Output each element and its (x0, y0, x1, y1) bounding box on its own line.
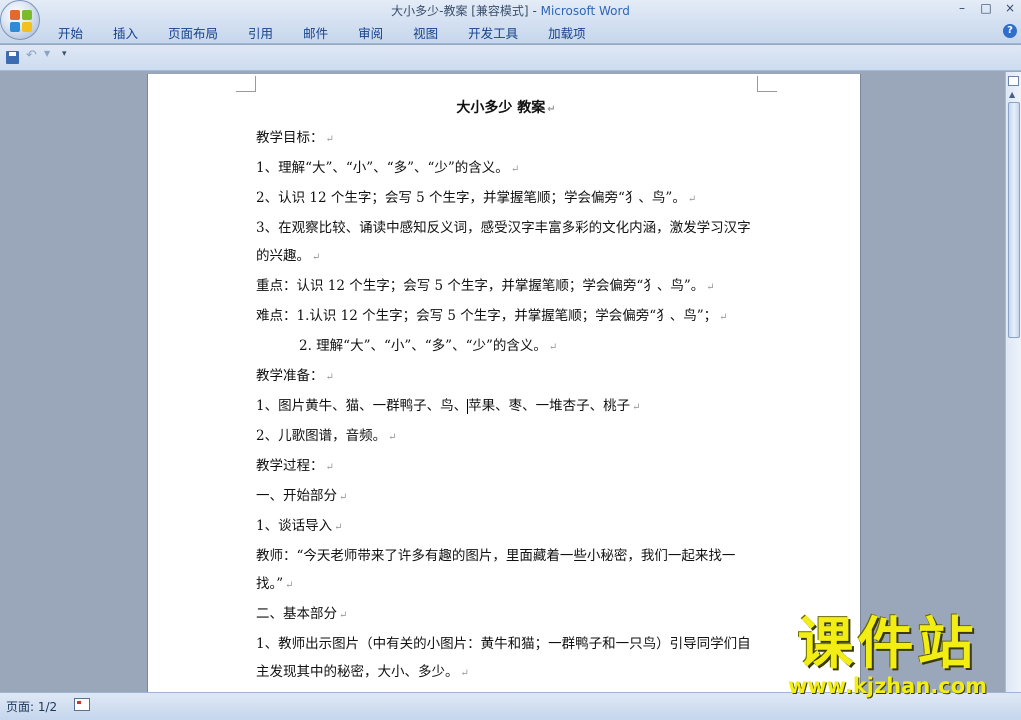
document-line: 二、基本部分 ↵ (256, 600, 756, 630)
document-line: 2. 理解“大”、“小”、“多”、“少”的含义。 ↵ (256, 332, 756, 362)
document-line: 3、在观察比较、诵读中感知反义词，感受汉字丰富多彩的文化内涵，激发学习汉字的兴趣… (256, 214, 756, 272)
line-text: 2、儿歌图谱，音频。 (256, 428, 387, 444)
ruler-toggle-icon[interactable] (1008, 76, 1019, 86)
tab-view[interactable]: 视图 (401, 22, 450, 43)
paragraph-mark-icon: ↵ (339, 492, 348, 503)
tab-developer[interactable]: 开发工具 (456, 22, 530, 43)
document-area[interactable]: 大小多少 教案 ↵ 教学目标： ↵ 1、理解“大”、“小”、“多”、“少”的含义。 ↵ 2、… (0, 72, 1005, 692)
window-title-app: Microsoft Word (540, 4, 630, 18)
line-text: 苹果、枣、一堆杏子、桃子 (468, 398, 631, 414)
paragraph-mark-icon: ↵ (312, 252, 321, 263)
paragraph-mark-icon: ↵ (687, 194, 697, 205)
paragraph-mark-icon: ↵ (325, 372, 334, 383)
window-title: 大小多少-教案 [兼容模式] - Microsoft Word (0, 2, 1021, 19)
line-text: 重点：认识 12 个生字；会写 5 个生字，并掌握笔顺；学会偏旁“犭、鸟”。 (256, 278, 705, 294)
maximize-button[interactable]: □ (979, 1, 993, 15)
document-line: 大小多少 教案 ↵ (256, 94, 756, 124)
line-text: 1、教师出示图片（中有关的小图片：黄牛和猫；一群鸭子和一只鸟）引导同学们自主发现… (256, 636, 751, 680)
document-line: 2、认识 12 个生字；会写 5 个生字，并掌握笔顺；学会偏旁“犭、鸟”。 ↵ (256, 184, 756, 214)
page-number-indicator[interactable]: 页面: 1/2 (6, 698, 57, 715)
paragraph-mark-icon: ↵ (285, 580, 294, 591)
line-text: 难点：1.认识 12 个生字；会写 5 个生字，并掌握笔顺；学会偏旁“犭、鸟”； (256, 308, 718, 324)
tab-add-ins[interactable]: 加载项 (536, 22, 598, 43)
close-button[interactable]: × (1003, 1, 1017, 15)
help-icon[interactable]: ? (1003, 24, 1017, 38)
line-text: 2、认识 12 个生字；会写 5 个生字，并掌握笔顺；学会偏旁“犭、鸟”。 (256, 190, 686, 206)
save-icon[interactable] (6, 51, 19, 64)
document-line: 2、儿歌图谱，音频。 ↵ (256, 422, 756, 452)
quick-access-toolbar: ↶ ▼ ▾ (0, 45, 1021, 71)
document-line: 1、谈话导入 ↵ (256, 512, 756, 542)
document-line: 1、图片黄牛、猫、一群鸭子、鸟、苹果、枣、一堆杏子、桃子 ↵ (256, 392, 756, 422)
line-text: 大小多少 教案 (456, 100, 546, 116)
ribbon-tabs: 开始 插入 页面布局 引用 邮件 审阅 视图 开发工具 加载项 (46, 22, 604, 43)
customize-toolbar-icon[interactable]: ▾ (62, 49, 67, 59)
tab-home[interactable]: 开始 (46, 22, 95, 43)
line-text: 一、开始部分 (256, 488, 337, 504)
tab-insert[interactable]: 插入 (101, 22, 150, 43)
scroll-up-icon[interactable]: ▲ (1009, 90, 1015, 99)
document-line: 一、开始部分 ↵ (256, 482, 756, 512)
watermark: 课件站 www.kjzhan.com (770, 612, 1005, 698)
scrollbar-thumb[interactable] (1008, 102, 1020, 338)
proofing-icon[interactable] (74, 698, 90, 711)
document-body[interactable]: 大小多少 教案 ↵ 教学目标： ↵ 1、理解“大”、“小”、“多”、“少”的含义。 ↵ 2、… (256, 94, 756, 692)
crop-mark-top-right (757, 76, 777, 92)
paragraph-mark-icon: ↵ (719, 312, 728, 323)
paragraph-mark-icon: ↵ (388, 432, 397, 443)
paragraph-mark-icon: ↵ (632, 402, 641, 413)
line-text: 1、理解“大”、“小”、“多”、“少”的含义。 (256, 160, 509, 176)
paragraph-mark-icon: ↵ (460, 668, 469, 679)
line-text: 二、基本部分 (256, 606, 337, 622)
undo-dropdown-icon[interactable]: ▼ (44, 49, 50, 58)
tab-mailings[interactable]: 邮件 (291, 22, 340, 43)
crop-mark-top-left (236, 76, 256, 92)
line-text: 教学目标： (256, 130, 324, 146)
line-text: 1、图片黄牛、猫、一群鸭子、鸟、 (256, 398, 468, 414)
document-line: 1、教师出示图片（中有关的小图片：黄牛和猫；一群鸭子和一只鸟）引导同学们自主发现… (256, 630, 756, 688)
watermark-url: www.kjzhan.com (787, 674, 988, 698)
paragraph-mark-icon: ↵ (547, 104, 556, 115)
undo-icon[interactable]: ↶ (26, 48, 37, 63)
document-line: 教学准备： ↵ (256, 362, 756, 392)
paragraph-mark-icon: ↵ (325, 134, 334, 145)
title-bar: 大小多少-教案 [兼容模式] - Microsoft Word – □ × 开始… (0, 0, 1021, 44)
paragraph-mark-icon: ↵ (339, 610, 348, 621)
line-text: 2. 理解“大”、“小”、“多”、“少”的含义。 (299, 338, 547, 354)
paragraph-mark-icon: ↵ (510, 164, 520, 175)
document-line: 教学目标： ↵ (256, 124, 756, 154)
watermark-logo: 课件站 (797, 612, 978, 677)
line-text: 教学过程： (256, 458, 324, 474)
document-line: 教学过程： ↵ (256, 452, 756, 482)
document-line: 教师：“今天老师带来了许多有趣的图片，里面藏着一些小秘密，我们一起来找一找。” ↵ (256, 542, 756, 600)
line-text: 3、在观察比较、诵读中感知反义词，感受汉字丰富多彩的文化内涵，激发学习汉字的兴趣… (256, 220, 751, 264)
document-line: 重点：认识 12 个生字；会写 5 个生字，并掌握笔顺；学会偏旁“犭、鸟”。 ↵ (256, 272, 756, 302)
tab-page-layout[interactable]: 页面布局 (156, 22, 230, 43)
paragraph-mark-icon: ↵ (334, 522, 343, 533)
window-controls: – □ × (955, 1, 1017, 15)
paragraph-mark-icon: ↵ (706, 282, 715, 293)
document-line: 难点：1.认识 12 个生字；会写 5 个生字，并掌握笔顺；学会偏旁“犭、鸟”；… (256, 302, 756, 332)
document-line: 1、理解“大”、“小”、“多”、“少”的含义。 ↵ (256, 154, 756, 184)
line-text: 1、谈话导入 (256, 518, 333, 534)
vertical-scrollbar[interactable]: ▲ ▼ (1005, 72, 1021, 717)
line-text: 教师：“今天老师带来了许多有趣的图片，里面藏着一些小秘密，我们一起来找一找。” (256, 548, 736, 592)
paragraph-mark-icon: ↵ (548, 342, 558, 353)
document-page[interactable]: 大小多少 教案 ↵ 教学目标： ↵ 1、理解“大”、“小”、“多”、“少”的含义。 ↵ 2、… (148, 74, 860, 692)
tab-review[interactable]: 审阅 (346, 22, 395, 43)
tab-references[interactable]: 引用 (236, 22, 285, 43)
window-title-document: 大小多少-教案 [兼容模式] (391, 4, 529, 18)
paragraph-mark-icon: ↵ (325, 462, 334, 473)
line-text: 教学准备： (256, 368, 324, 384)
window-title-separator: - (528, 4, 541, 18)
minimize-button[interactable]: – (955, 1, 969, 15)
